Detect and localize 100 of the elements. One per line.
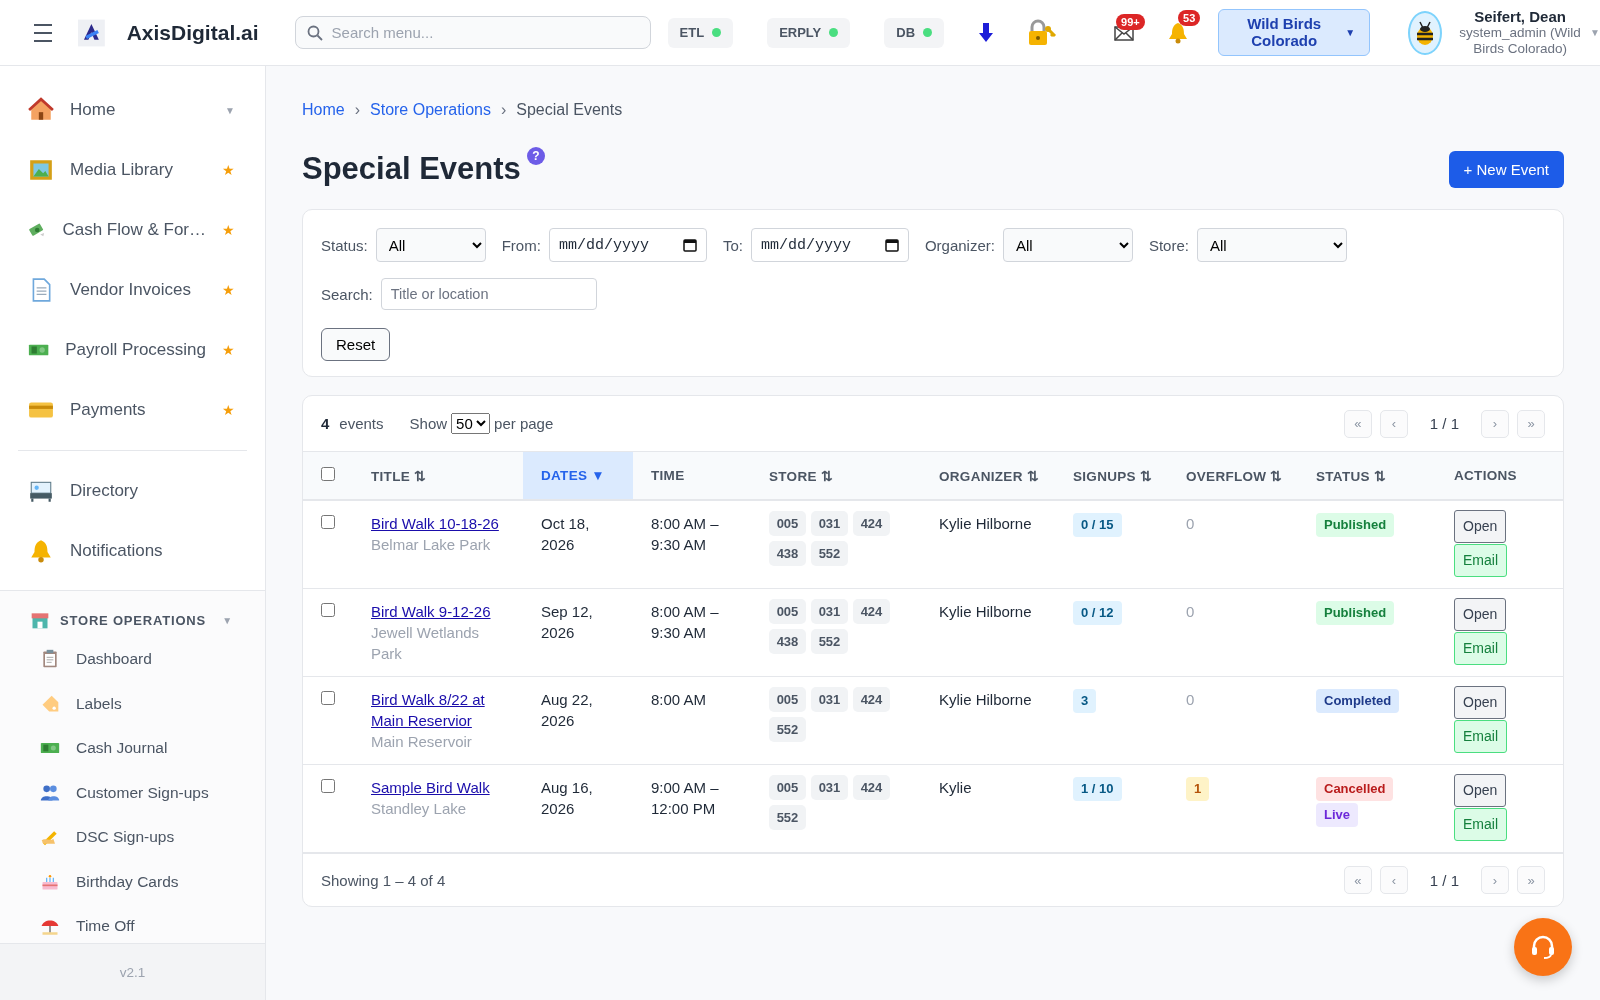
column-header[interactable]: STORE ⇅ bbox=[751, 452, 921, 500]
event-location: Belmar Lake Park bbox=[371, 535, 492, 555]
count-badge: 99+ bbox=[1116, 13, 1145, 30]
email-button[interactable]: Email bbox=[1454, 808, 1507, 841]
per-page-label: per page bbox=[494, 415, 554, 432]
event-title-link[interactable]: Bird Walk 10-18-26 bbox=[371, 513, 505, 534]
overflow-count: 1 bbox=[1186, 777, 1210, 801]
sidebar-subitem[interactable]: Cash Journal bbox=[0, 726, 265, 771]
store-chip: 552 bbox=[811, 629, 848, 654]
filter-label: Search: bbox=[321, 285, 373, 303]
column-header[interactable]: TIME bbox=[633, 452, 751, 500]
row-checkbox[interactable] bbox=[321, 779, 335, 793]
event-title-link[interactable]: Bird Walk 8/22 at Main Reservior bbox=[371, 689, 505, 731]
sidebar-subitem[interactable]: Dashboard bbox=[0, 637, 265, 682]
event-date: Aug 22, 2026 bbox=[541, 691, 593, 729]
search-field[interactable]: Title or location bbox=[380, 278, 597, 310]
sidebar-item[interactable]: Payments ★ bbox=[0, 380, 265, 440]
page-title: Special Events bbox=[302, 151, 521, 187]
breadcrumb-link[interactable]: Home bbox=[302, 101, 345, 119]
email-button[interactable]: Email bbox=[1454, 544, 1507, 577]
sidebar-subitem[interactable]: Time Off bbox=[0, 904, 265, 943]
sidebar-item[interactable]: Home ▼ bbox=[0, 80, 265, 140]
filter-select[interactable]: All bbox=[1002, 228, 1133, 262]
breadcrumb-link[interactable]: Store Operations bbox=[370, 101, 491, 119]
organizer-name: Kylie Hilborne bbox=[939, 691, 1032, 708]
user-role: system_admin (Wild Birds Colorado) bbox=[1458, 24, 1582, 58]
store-chip: 438 bbox=[769, 541, 806, 566]
user-name: Seifert, Dean bbox=[1474, 7, 1566, 25]
lock-icon[interactable] bbox=[1028, 18, 1059, 47]
filter-select[interactable]: All bbox=[1196, 228, 1347, 262]
breadcrumb-current: Special Events bbox=[516, 101, 623, 119]
select-all-checkbox[interactable] bbox=[321, 467, 335, 481]
count-badge: 53 bbox=[1178, 9, 1201, 26]
search-icon bbox=[306, 25, 323, 41]
reset-button[interactable]: Reset bbox=[321, 328, 391, 361]
event-title-link[interactable]: Sample Bird Walk bbox=[371, 777, 505, 798]
overflow-count: 0 bbox=[1186, 515, 1195, 532]
store-chip: 031 bbox=[811, 511, 848, 536]
store-chip: 552 bbox=[769, 717, 806, 742]
sidebar-item[interactable]: Vendor Invoices ★ bbox=[0, 260, 265, 320]
sidebar-item[interactable]: Notifications bbox=[0, 521, 265, 581]
date-field[interactable]: mm/dd/yyyy bbox=[548, 228, 707, 262]
column-header[interactable]: DATES ▼ bbox=[523, 452, 633, 500]
sidebar-item[interactable]: Media Library ★ bbox=[0, 140, 265, 200]
open-button[interactable]: Open bbox=[1454, 686, 1507, 719]
status-chip: ERPLY bbox=[767, 17, 851, 48]
event-location: Standley Lake bbox=[371, 799, 468, 819]
help-icon[interactable]: ? bbox=[526, 147, 545, 165]
filter-label: Organizer: bbox=[924, 236, 995, 254]
row-checkbox[interactable] bbox=[321, 515, 335, 529]
event-time: 8:00 AM – 9:30 AM bbox=[651, 603, 719, 641]
sidebar-subitem[interactable]: Birthday Cards bbox=[0, 859, 265, 904]
support-button[interactable] bbox=[1514, 918, 1572, 976]
event-date: Sep 12, 2026 bbox=[541, 603, 593, 641]
event-date: Aug 16, 2026 bbox=[541, 779, 593, 817]
column-header[interactable]: ORGANIZER ⇅ bbox=[921, 452, 1055, 500]
download-icon[interactable] bbox=[978, 21, 995, 44]
open-button[interactable]: Open bbox=[1454, 598, 1507, 631]
store-chip: 031 bbox=[811, 687, 848, 712]
row-checkbox[interactable] bbox=[321, 603, 335, 617]
column-header[interactable]: OVERFLOW ⇅ bbox=[1168, 452, 1298, 500]
event-title-link[interactable]: Bird Walk 9-12-26 bbox=[371, 601, 505, 622]
store-chip: 005 bbox=[769, 775, 806, 800]
sidebar-subitem[interactable]: Labels bbox=[0, 681, 265, 726]
store-chip: 424 bbox=[853, 511, 890, 536]
page-indicator: 1 / 1 bbox=[1429, 415, 1459, 432]
signups-badge: 0 / 12 bbox=[1073, 601, 1122, 625]
column-header[interactable]: ACTIONS bbox=[1436, 452, 1563, 500]
row-checkbox[interactable] bbox=[321, 691, 335, 705]
filter-select[interactable]: All bbox=[375, 228, 486, 262]
store-selector[interactable]: Wild Birds Colorado ▼ bbox=[1218, 9, 1371, 56]
search-field[interactable]: Search menu... bbox=[294, 16, 651, 49]
email-button[interactable]: Email bbox=[1454, 632, 1507, 665]
section-header[interactable]: STORE OPERATIONS ▼ bbox=[0, 607, 265, 633]
column-header[interactable]: SIGNUPS ⇅ bbox=[1055, 452, 1168, 500]
store-chip: 552 bbox=[769, 805, 806, 830]
sidebar-subitem[interactable]: DSC Sign-ups bbox=[0, 815, 265, 860]
filter-label: From: bbox=[501, 236, 541, 254]
calendar-icon[interactable] bbox=[884, 238, 899, 252]
open-button[interactable]: Open bbox=[1454, 774, 1507, 807]
date-field[interactable]: mm/dd/yyyy bbox=[750, 228, 909, 262]
column-header[interactable]: STATUS ⇅ bbox=[1298, 452, 1436, 500]
per-page-select[interactable]: 50 bbox=[451, 413, 491, 434]
column-header[interactable]: TITLE ⇅ bbox=[353, 452, 523, 500]
house-icon bbox=[28, 97, 54, 123]
sidebar-item[interactable]: Cash Flow & For… ★ bbox=[0, 200, 265, 260]
sidebar-subitem[interactable]: Customer Sign-ups bbox=[0, 770, 265, 815]
sidebar-item[interactable]: Directory bbox=[0, 461, 265, 521]
open-button[interactable]: Open bbox=[1454, 510, 1507, 543]
organizer-name: Kylie Hilborne bbox=[939, 603, 1032, 620]
store-chip: 005 bbox=[769, 599, 806, 624]
new-event-button[interactable]: + New Event bbox=[1448, 150, 1564, 188]
count-label: events bbox=[339, 415, 384, 432]
menu-icon[interactable] bbox=[34, 23, 52, 42]
event-time: 9:00 AM – 12:00 PM bbox=[651, 779, 719, 817]
calendar-icon[interactable] bbox=[682, 238, 697, 252]
event-time: 8:00 AM – 9:30 AM bbox=[651, 515, 719, 553]
sidebar-item[interactable]: Payroll Processing ★ bbox=[0, 320, 265, 380]
store-chip: 031 bbox=[811, 599, 848, 624]
email-button[interactable]: Email bbox=[1454, 720, 1507, 753]
